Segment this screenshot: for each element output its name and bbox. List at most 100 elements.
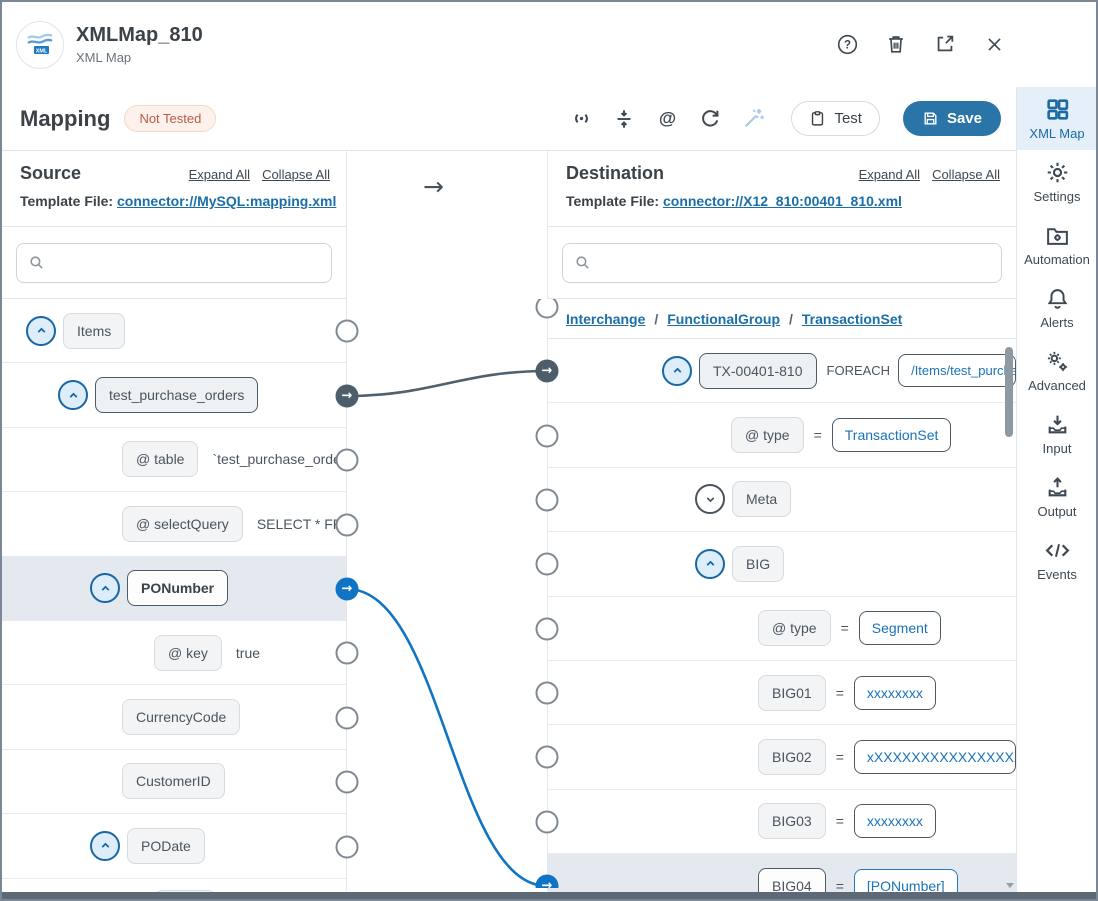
destination-row-type-segment[interactable]: @ type = Segment	[548, 597, 1016, 661]
destination-scrollbar-thumb[interactable]	[1005, 347, 1013, 437]
close-icon[interactable]	[982, 32, 1006, 56]
code-icon	[1044, 537, 1071, 563]
source-row-podate[interactable]: PODate	[2, 814, 346, 878]
horizontal-scrollbar[interactable]	[2, 892, 1096, 899]
node-label[interactable]: @ type	[731, 417, 804, 453]
node-value[interactable]: xxxxxxxx	[854, 676, 936, 710]
destination-expand-all-link[interactable]: Expand All	[859, 167, 920, 182]
sidebar-item-alerts[interactable]: Alerts	[1017, 276, 1097, 339]
node-label[interactable]: BIG02	[758, 739, 826, 775]
node-value[interactable]: xXXXXXXXXXXXXXXXXX...	[854, 740, 1016, 774]
foreach-value[interactable]: /Items/test_purchase_...	[898, 354, 1016, 387]
source-row-currencycode[interactable]: CurrencyCode	[2, 685, 346, 749]
magic-wand-icon[interactable]	[740, 106, 766, 132]
node-label[interactable]: test_purchase_orders	[95, 377, 258, 413]
equals-sign: =	[836, 813, 844, 829]
at-sign-icon[interactable]: @	[654, 106, 680, 132]
sidebar-item-input[interactable]: Input	[1017, 402, 1097, 465]
source-row-ponumber[interactable]: PONumber	[2, 557, 346, 621]
folder-gear-icon	[1045, 222, 1070, 248]
node-label[interactable]: Meta	[732, 481, 791, 517]
node-label[interactable]: CurrencyCode	[122, 699, 240, 735]
node-label[interactable]: PODate	[127, 828, 205, 864]
sidebar-item-automation[interactable]: Automation	[1017, 213, 1097, 276]
sidebar-item-label: Input	[1043, 441, 1072, 456]
open-in-new-icon[interactable]	[933, 32, 957, 56]
collapse-chevron-icon[interactable]	[90, 831, 120, 861]
source-collapse-all-link[interactable]: Collapse All	[262, 167, 330, 182]
scrollbar-down-arrow-icon[interactable]	[1006, 883, 1014, 888]
node-label[interactable]: @ type	[758, 610, 831, 646]
source-row-test-purchase-orders[interactable]: test_purchase_orders	[2, 363, 346, 427]
sidebar-item-events[interactable]: Events	[1017, 528, 1097, 591]
collapse-chevron-icon[interactable]	[662, 356, 692, 386]
collapse-chevron-icon[interactable]	[58, 380, 88, 410]
destination-title: Destination	[566, 163, 664, 184]
upload-tray-icon	[1045, 474, 1070, 500]
breadcrumb-functionalgroup-link[interactable]: FunctionalGroup	[667, 311, 780, 327]
node-label[interactable]: BIG	[732, 546, 784, 582]
equals-sign: =	[814, 427, 822, 443]
node-value[interactable]: Segment	[859, 611, 941, 645]
destination-row-big02[interactable]: BIG02 = xXXXXXXXXXXXXXXXXX...	[548, 725, 1016, 789]
collapse-chevron-icon[interactable]	[26, 316, 56, 346]
sidebar-item-advanced[interactable]: Advanced	[1017, 339, 1097, 402]
source-row-customerid[interactable]: CustomerID	[2, 750, 346, 814]
sidebar-item-label: Alerts	[1040, 315, 1073, 330]
expand-chevron-icon[interactable]	[695, 484, 725, 514]
source-search-box[interactable]	[16, 243, 332, 283]
sidebar-item-label: Output	[1037, 504, 1076, 519]
breadcrumb-interchange-link[interactable]: Interchange	[566, 311, 645, 327]
node-label[interactable]: PONumber	[127, 570, 228, 606]
destination-collapse-all-link[interactable]: Collapse All	[932, 167, 1000, 182]
xml-map-logo-icon: XML	[16, 21, 64, 69]
test-button[interactable]: Test	[791, 101, 880, 136]
sidebar-item-settings[interactable]: Settings	[1017, 150, 1097, 213]
node-value[interactable]: TransactionSet	[832, 418, 952, 452]
collapse-chevron-icon[interactable]	[90, 573, 120, 603]
mapping-title: Mapping	[20, 106, 110, 132]
collapse-vertical-icon[interactable]	[611, 106, 637, 132]
sidebar-item-output[interactable]: Output	[1017, 465, 1097, 528]
save-button[interactable]: Save	[903, 101, 1001, 136]
node-label[interactable]: BIG03	[758, 803, 826, 839]
destination-row-type-transactionset[interactable]: @ type = TransactionSet	[548, 403, 1016, 467]
destination-row-meta[interactable]: Meta	[548, 468, 1016, 532]
trash-icon[interactable]	[884, 32, 908, 56]
node-label[interactable]: TX-00401-810	[699, 353, 817, 389]
node-label[interactable]: @ table	[122, 441, 198, 477]
mapper-column	[347, 150, 547, 891]
destination-row-big03[interactable]: BIG03 = xxxxxxxx	[548, 790, 1016, 854]
source-row-table-attr[interactable]: @ table `test_purchase_orders`	[2, 428, 346, 492]
clipboard-icon	[809, 110, 826, 127]
source-search-input[interactable]	[53, 254, 320, 272]
node-label[interactable]: BIG01	[758, 675, 826, 711]
source-template-link[interactable]: connector://MySQL:mapping.xml	[117, 193, 336, 209]
node-label[interactable]: CustomerID	[122, 763, 225, 799]
source-row-items[interactable]: Items	[2, 299, 346, 363]
help-icon[interactable]: ?	[835, 32, 859, 56]
refresh-icon[interactable]	[697, 106, 723, 132]
sidebar-item-label: Settings	[1034, 189, 1081, 204]
node-label[interactable]: @ key	[154, 635, 222, 671]
source-row-key-attr[interactable]: @ key true	[2, 621, 346, 685]
destination-template-link[interactable]: connector://X12_810:00401_810.xml	[663, 193, 902, 209]
collapse-chevron-icon[interactable]	[695, 549, 725, 579]
source-row-selectquery-attr[interactable]: @ selectQuery SELECT * FROM	[2, 492, 346, 556]
page-title: XMLMap_810	[76, 24, 203, 47]
breadcrumb-transactionset-link[interactable]: TransactionSet	[802, 311, 902, 327]
broadcast-icon[interactable]	[568, 106, 594, 132]
node-label[interactable]: @ selectQuery	[122, 506, 243, 542]
source-template-label: Template File:	[20, 193, 113, 209]
xml-map-window: XML XMLMap_810 XML Map ?	[0, 0, 1098, 901]
destination-row-big[interactable]: BIG	[548, 532, 1016, 596]
sidebar-item-xml-map[interactable]: XML Map	[1017, 87, 1097, 150]
destination-row-tx[interactable]: TX-00401-810 FOREACH /Items/test_purchas…	[548, 339, 1016, 403]
node-value: `test_purchase_orders`	[212, 451, 346, 467]
node-label[interactable]: Items	[63, 313, 125, 349]
source-expand-all-link[interactable]: Expand All	[189, 167, 250, 182]
node-value[interactable]: xxxxxxxx	[854, 804, 936, 838]
destination-row-big01[interactable]: BIG01 = xxxxxxxx	[548, 661, 1016, 725]
destination-search-box[interactable]	[562, 243, 1002, 283]
destination-search-input[interactable]	[599, 254, 990, 272]
